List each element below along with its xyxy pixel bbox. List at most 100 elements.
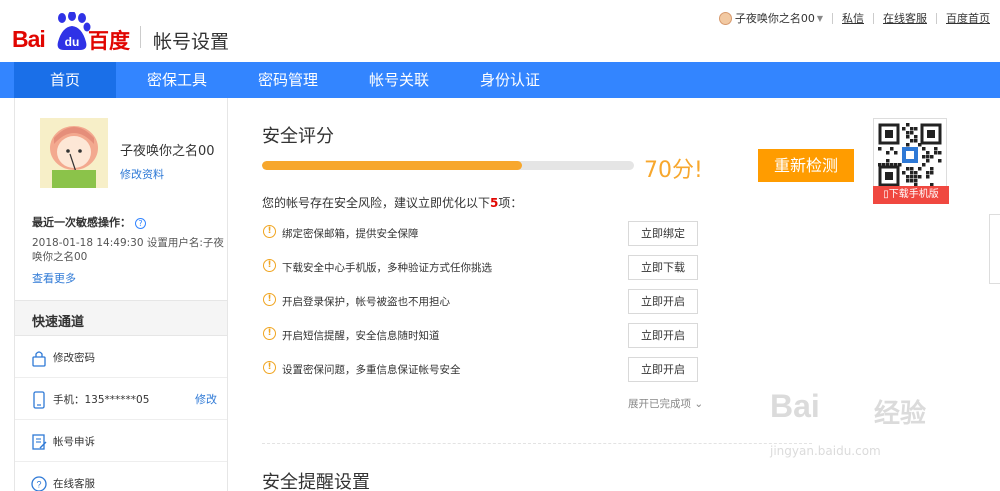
qr-module	[922, 163, 926, 167]
profile-name: 子夜唤你之名00	[120, 144, 215, 159]
top-links: 子夜唤你之名00 ▼ 私信 在线客服 百度首页	[718, 10, 990, 26]
quick-item-change-password[interactable]: 修改密码	[15, 336, 227, 378]
qr-module	[882, 163, 886, 167]
divider	[873, 12, 874, 24]
security-score-title: 安全评分	[262, 126, 334, 147]
watermark: Bai 经验 jingyan.baidu.com	[770, 388, 970, 468]
bind-email-button[interactable]: 立即绑定	[628, 221, 698, 246]
download-app-button[interactable]: 立即下载	[628, 255, 698, 280]
phone-icon	[33, 391, 45, 409]
download-app-badge[interactable]: ▯下载手机版	[873, 186, 949, 204]
qr-module	[886, 163, 890, 167]
qr-module	[914, 135, 918, 139]
baidu-paw-icon: du	[57, 12, 91, 50]
watermark-cn: 经验	[874, 399, 927, 429]
quick-item-label: 修改密码	[53, 352, 95, 364]
qr-module	[910, 171, 914, 175]
task-label: 下载安全中心手机版，多种验证方式任你挑选	[282, 262, 492, 274]
qr-module	[902, 171, 906, 175]
warning-icon: !	[263, 225, 276, 238]
quick-item-phone[interactable]: 手机：135******05 修改	[15, 378, 227, 420]
document-edit-icon	[32, 434, 47, 450]
qr-module	[938, 151, 942, 155]
edit-profile-link[interactable]: 修改资料	[120, 166, 164, 182]
qr-module	[910, 175, 914, 179]
warning-icon: !	[263, 293, 276, 306]
qr-module	[938, 159, 942, 163]
quick-item-online-service[interactable]: ? 在线客服	[15, 462, 227, 491]
nav-item-account-link[interactable]: 帐号关联	[349, 62, 449, 98]
link-messages[interactable]: 私信	[842, 10, 864, 26]
last-op-title-text: 最近一次敏感操作：	[32, 216, 131, 229]
qr-module	[918, 143, 922, 147]
qr-module	[930, 155, 934, 159]
qr-module	[918, 175, 922, 179]
nav-item-identity[interactable]: 身份认证	[460, 62, 560, 98]
qr-module	[906, 143, 910, 147]
risk-prefix: 您的帐号存在安全风险，建议立即优化以下	[262, 196, 491, 210]
modify-phone-link[interactable]: 修改	[195, 391, 217, 407]
divider	[936, 12, 937, 24]
warning-icon: !	[263, 361, 276, 374]
quick-access-title: 快速通道	[32, 315, 85, 330]
link-baidu-home[interactable]: 百度首页	[946, 10, 990, 26]
qr-module	[890, 163, 894, 167]
qr-module	[934, 151, 938, 155]
expand-label: 展开已完成项	[628, 398, 691, 410]
side-float-tab[interactable]	[989, 214, 1000, 284]
qr-module	[902, 127, 906, 131]
last-op-text: 2018-01-18 14:49:30 设置用户名:子夜唤你之名00	[32, 237, 224, 263]
qr-module	[910, 179, 914, 183]
nav-item-security-tools[interactable]: 密保工具	[127, 62, 227, 98]
baidu-logo[interactable]: Bai du 百度	[12, 12, 130, 53]
qr-module	[906, 131, 910, 135]
qr-module	[910, 167, 914, 171]
watermark-url: jingyan.baidu.com	[770, 444, 881, 458]
svg-text:?: ?	[36, 480, 41, 490]
qr-module	[878, 147, 882, 151]
qr-module	[926, 151, 930, 155]
task-label: 设置密保问题，多重信息保证帐号安全	[282, 364, 461, 376]
set-security-question-button[interactable]: 立即开启	[628, 357, 698, 382]
help-icon[interactable]: ?	[135, 218, 146, 229]
help-circle-icon: ?	[31, 476, 47, 491]
qr-module	[926, 175, 930, 179]
qr-module	[910, 127, 914, 131]
qr-module	[910, 139, 914, 143]
task-row: ! 开启登录保护，帐号被盗也不用担心 立即开启	[262, 289, 702, 315]
qr-module	[894, 151, 898, 155]
qr-code[interactable]	[873, 118, 947, 192]
qr-module	[930, 167, 934, 171]
user-avatar-icon	[718, 11, 732, 25]
task-row: ! 开启短信提醒，安全信息随时知道 立即开启	[262, 323, 702, 349]
quick-item-label: 帐号申诉	[53, 436, 95, 448]
avatar[interactable]	[40, 118, 108, 188]
qr-module	[918, 167, 922, 171]
nav-item-password[interactable]: 密码管理	[238, 62, 338, 98]
task-label: 开启短信提醒，安全信息随时知道	[282, 330, 440, 342]
enable-sms-alert-button[interactable]: 立即开启	[628, 323, 698, 348]
recheck-button[interactable]: 重新检测	[758, 149, 854, 182]
logo-text: Bai	[12, 26, 46, 52]
qr-module	[906, 123, 910, 127]
task-label: 绑定密保邮箱，提供安全保障	[282, 228, 419, 240]
qr-module	[926, 159, 930, 163]
last-op-title: 最近一次敏感操作：?	[32, 214, 146, 230]
qr-module	[926, 155, 930, 159]
enable-login-protect-button[interactable]: 立即开启	[628, 289, 698, 314]
section-divider	[262, 443, 812, 444]
task-row: ! 下载安全中心手机版，多种验证方式任你挑选 立即下载	[262, 255, 702, 281]
see-more-link[interactable]: 查看更多	[32, 270, 76, 286]
chevron-down-icon: ▼	[816, 13, 823, 23]
qr-module	[894, 163, 898, 167]
qr-module	[890, 147, 894, 151]
nav-item-home[interactable]: 首页	[14, 62, 116, 98]
link-online-service[interactable]: 在线客服	[883, 10, 927, 26]
expand-completed-link[interactable]: 展开已完成项 ⌄	[628, 396, 703, 411]
qr-module	[886, 159, 890, 163]
quick-item-appeal[interactable]: 帐号申诉	[15, 420, 227, 462]
main-nav: 首页 密保工具 密码管理 帐号关联 身份认证	[0, 62, 1000, 98]
qr-module	[906, 175, 910, 179]
watermark-text: Bai	[770, 388, 820, 424]
user-menu[interactable]: 子夜唤你之名00 ▼	[718, 10, 823, 26]
